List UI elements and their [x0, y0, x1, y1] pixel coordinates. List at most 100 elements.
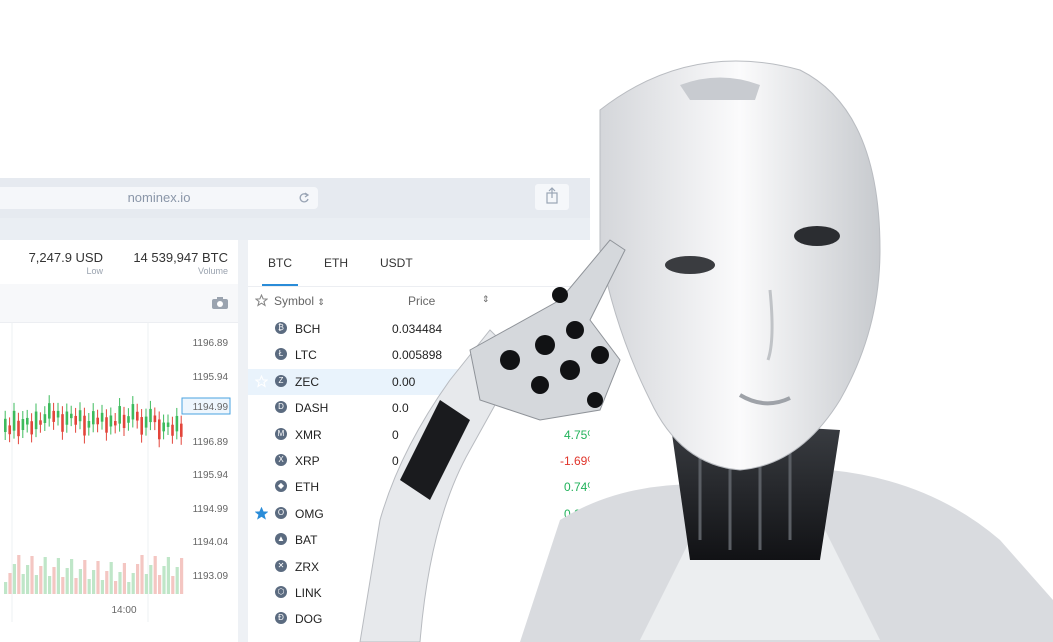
candle — [149, 408, 152, 423]
volume-bar — [78, 569, 82, 594]
candle — [100, 412, 104, 422]
volume-bar — [43, 557, 47, 594]
stat-volume-label: Volume — [197, 266, 228, 276]
candle — [17, 420, 20, 437]
volume-bar — [96, 561, 100, 594]
price-tick: 1194.99 — [181, 397, 231, 415]
star-filled-icon[interactable] — [255, 506, 268, 520]
volume-bar — [74, 578, 78, 594]
candle — [140, 417, 143, 435]
candle — [48, 403, 51, 419]
candle — [131, 404, 135, 420]
svg-text:1196.89: 1196.89 — [193, 338, 229, 349]
candle — [12, 410, 16, 431]
volume-bar — [100, 580, 104, 594]
volume-bar — [175, 567, 179, 594]
url-text: nominex.io — [127, 190, 191, 205]
volume-bar — [153, 556, 157, 594]
candle — [153, 415, 157, 423]
candle — [122, 414, 126, 429]
star-outline-icon[interactable] — [255, 294, 268, 307]
candle — [136, 411, 139, 421]
volume-bar — [127, 582, 131, 594]
candle — [8, 425, 11, 435]
coin-icon: ✕ — [275, 559, 287, 572]
candle — [34, 411, 38, 430]
volume-bar — [109, 562, 113, 594]
chart-toolbar — [0, 284, 238, 323]
svg-text:1194.99: 1194.99 — [193, 402, 229, 413]
volume-bar — [180, 558, 184, 594]
candle — [96, 417, 99, 425]
coin-icon: ⬡ — [275, 586, 287, 598]
candle — [105, 417, 108, 433]
candlestick-chart[interactable]: 1196.89 1195.94 1194.99 1196.89 1195.94 1194.… — [0, 322, 238, 642]
volume-bar — [140, 555, 144, 594]
volume-bar — [56, 558, 60, 594]
volume-bar — [105, 571, 109, 594]
price-tick: 1193.09 — [193, 571, 229, 582]
chart-panel: 7,247.9 USD Low 14 539,947 BTC Volume 11… — [0, 240, 238, 642]
candle — [56, 410, 60, 418]
volume-bar — [26, 565, 30, 594]
camera-icon[interactable] — [212, 297, 228, 309]
candle — [162, 422, 165, 432]
candle — [65, 411, 69, 425]
svg-text:1194.04: 1194.04 — [193, 537, 229, 548]
svg-text:1194.99: 1194.99 — [193, 504, 229, 515]
star-outline-icon[interactable] — [255, 533, 268, 546]
volume-bar — [48, 576, 52, 594]
star-outline-icon[interactable] — [255, 480, 268, 493]
star-outline-icon[interactable] — [255, 612, 268, 625]
volume-bar — [17, 555, 21, 594]
candle — [39, 420, 42, 425]
candle — [52, 410, 55, 422]
star-outline-icon[interactable] — [255, 322, 268, 335]
price-tick: 1195.94 — [193, 372, 229, 383]
volume-bar — [30, 556, 34, 594]
coin-icon: Z — [275, 374, 287, 387]
star-outline-icon[interactable] — [255, 374, 268, 388]
url-field[interactable]: nominex.io — [0, 187, 318, 209]
star-outline-icon[interactable] — [255, 401, 268, 414]
price-tick: 1194.99 — [193, 504, 229, 515]
stat-low-value: 7,247.9 USD — [28, 250, 103, 265]
volume-bar — [171, 576, 175, 594]
volume-bar — [162, 566, 166, 594]
svg-text:1193.09: 1193.09 — [193, 571, 229, 582]
candle — [171, 424, 174, 436]
candle — [175, 415, 179, 432]
coin-icon: Ð — [275, 612, 287, 625]
star-outline-icon[interactable] — [255, 586, 268, 599]
svg-text:1196.89: 1196.89 — [193, 437, 229, 448]
volume-bar — [158, 575, 162, 594]
price-tick: 1195.94 — [193, 470, 229, 481]
volume-bar — [70, 559, 74, 594]
price-tick: 1194.04 — [193, 537, 229, 548]
star-outline-icon[interactable] — [255, 454, 268, 467]
tab-btc[interactable]: BTC — [262, 240, 298, 286]
coin-icon: X — [275, 454, 287, 466]
star-outline-icon[interactable] — [255, 348, 268, 361]
candle — [70, 413, 73, 419]
volume-bar — [34, 575, 38, 594]
star-outline-icon[interactable] — [255, 559, 268, 573]
stat-volume-value: 14 539,947 BTC — [133, 250, 228, 265]
volume-bar — [166, 557, 170, 594]
candle — [118, 406, 121, 424]
volume-bar — [8, 573, 12, 594]
candle — [21, 419, 25, 431]
volume-bar — [39, 566, 43, 594]
candle — [30, 421, 33, 435]
coin-icon: Ł — [275, 348, 287, 361]
price-tick: 1196.89 — [193, 437, 229, 448]
volume-bar — [65, 568, 69, 594]
stat-volume: 14 539,947 BTC Volume — [133, 250, 228, 276]
time-tick: 14:00 — [111, 605, 136, 616]
volume-bar — [118, 572, 122, 594]
volume-bar — [21, 574, 25, 594]
coin-icon: M — [275, 427, 287, 440]
star-outline-icon[interactable] — [255, 427, 268, 441]
volume-bar — [144, 574, 148, 594]
candle — [26, 417, 29, 425]
